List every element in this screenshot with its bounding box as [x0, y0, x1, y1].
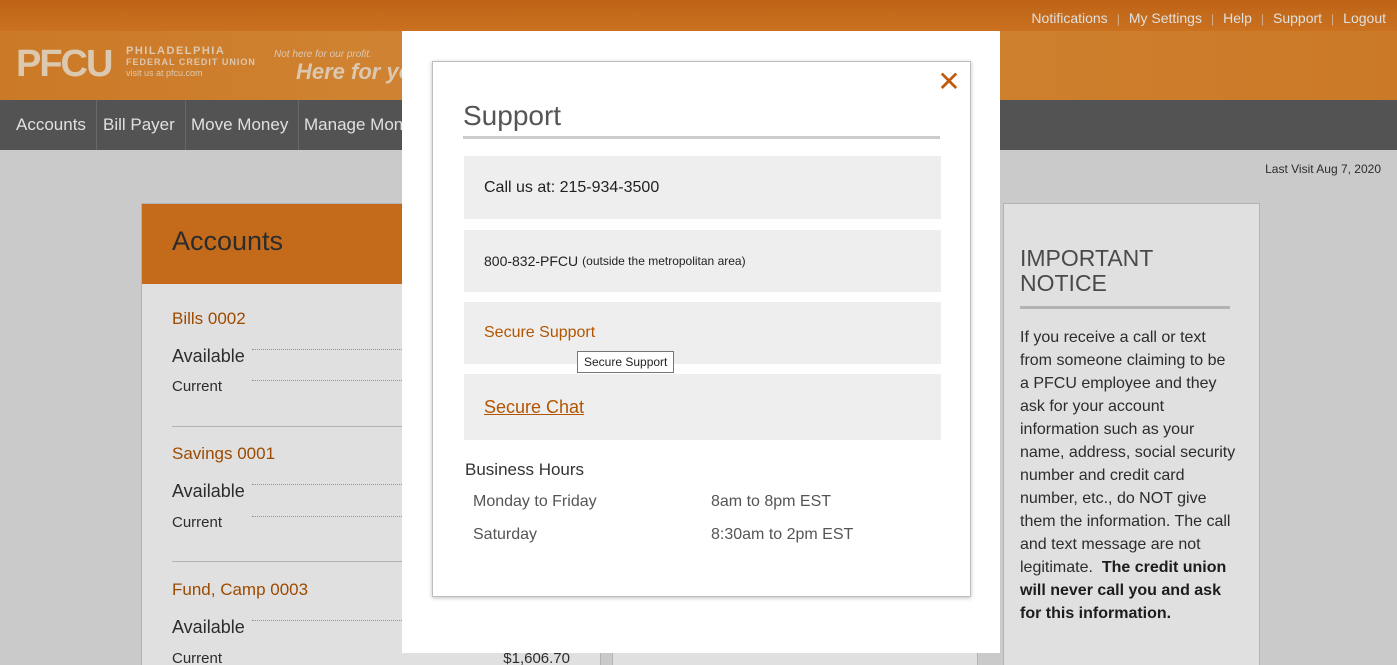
hours-day: Monday to Friday: [473, 493, 597, 510]
toll-free-note: (outside the metropolitan area): [582, 254, 746, 268]
business-hours-title: Business Hours: [465, 460, 585, 479]
hours-time: 8am to 8pm EST: [711, 493, 832, 510]
secure-support-button[interactable]: Secure Support: [464, 302, 941, 364]
support-modal: ✕ Support Call us at: 215-934-3500 800-8…: [432, 61, 971, 597]
secure-support-label: Secure Support: [484, 324, 596, 341]
modal-title: Support: [463, 100, 940, 139]
hours-time: 8:30am to 2pm EST: [711, 526, 854, 543]
secure-chat-label: Secure Chat: [484, 396, 585, 417]
close-icon[interactable]: ✕: [937, 68, 961, 96]
toll-free-number: 800-832-PFCU: [484, 253, 579, 269]
call-us-row: Call us at: 215-934-3500: [464, 156, 941, 219]
call-us-text: Call us at: 215-934-3500: [484, 178, 660, 196]
secure-support-tooltip: Secure Support: [577, 351, 675, 373]
secure-chat-link[interactable]: Secure Chat: [464, 374, 941, 440]
toll-free-row: 800-832-PFCU (outside the metropolitan a…: [464, 230, 941, 292]
support-modal-frame: ✕ Support Call us at: 215-934-3500 800-8…: [402, 31, 1000, 653]
hours-day: Saturday: [473, 526, 538, 543]
